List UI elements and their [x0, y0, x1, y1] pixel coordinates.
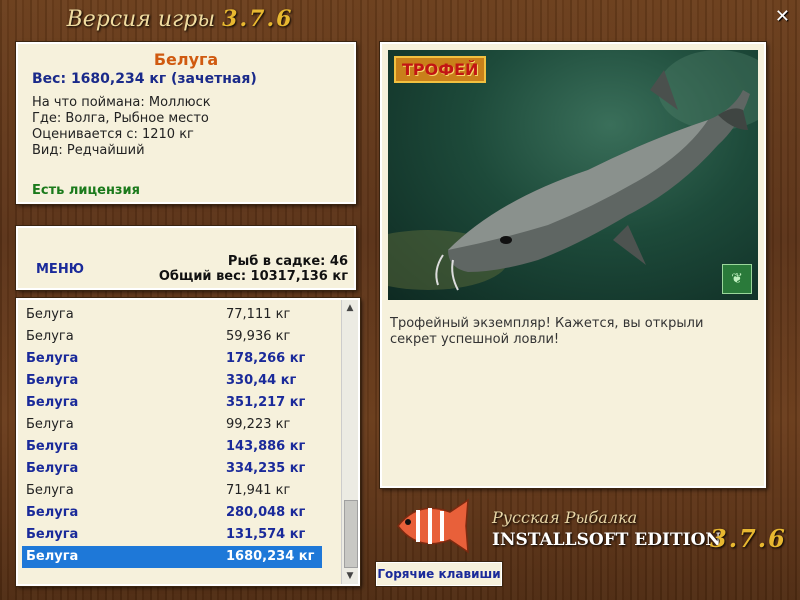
- fish-name: Белуга: [153, 50, 219, 69]
- list-item-weight: 330,44 кг: [226, 373, 297, 388]
- title-text: Версия игры: [66, 7, 216, 32]
- keepnet-counts: Рыб в садке: 46 Общий вес: 10317,136 кг: [159, 254, 348, 284]
- butterfly-icon: ❦: [722, 264, 752, 294]
- close-icon[interactable]: ✕: [775, 6, 790, 27]
- fish-logo-icon: [397, 498, 469, 554]
- list-item-name: Белуга: [26, 395, 79, 410]
- scroll-up-icon[interactable]: ▲: [342, 300, 358, 316]
- scroll-down-icon[interactable]: ▼: [342, 568, 358, 584]
- list-item[interactable]: Белуга 334,235 кг: [22, 458, 322, 480]
- total-weight: Общий вес: 10317,136 кг: [158, 269, 348, 284]
- fish-count: Рыб в садке: 46: [227, 254, 348, 269]
- list-item-name: Белуга: [26, 307, 74, 322]
- list-item-weight: 77,111 кг: [226, 307, 291, 322]
- list-item[interactable]: Белуга 131,574 кг: [22, 524, 322, 546]
- fish-photo-panel: ТРОФЕЙ ❦ Трофейный экземпляр! Кажется, в…: [380, 42, 766, 488]
- list-item[interactable]: Белуга 99,223 кг: [22, 414, 322, 436]
- list-item-name: Белуга: [26, 439, 79, 454]
- list-item-weight: 71,941 кг: [226, 483, 291, 498]
- list-item-name: Белуга: [26, 329, 74, 344]
- list-item-name: Белуга: [26, 483, 74, 498]
- catch-list[interactable]: Белуга 77,111 кг Белуга 59,936 кг Белуга…: [16, 298, 360, 586]
- brand-line1: Русская Рыбалка: [492, 508, 638, 527]
- list-item[interactable]: Белуга 71,941 кг: [22, 480, 322, 502]
- list-item[interactable]: Белуга 280,048 кг: [22, 502, 322, 524]
- info-location: Где: Волга, Рыбное место: [32, 111, 209, 126]
- trophy-badge: ТРОФЕЙ: [394, 56, 487, 83]
- info-rating: Оценивается с: 1210 кг: [32, 127, 194, 142]
- hotkeys-button[interactable]: Горячие клавиши: [376, 562, 502, 586]
- fish-weight: Вес: 1680,234 кг (зачетная): [32, 71, 257, 87]
- fish-info-panel: Белуга Вес: 1680,234 кг (зачетная) На чт…: [16, 42, 356, 204]
- game-branding: Русская Рыбалка INSTALLSOFT EDITION 3.7.…: [388, 492, 788, 562]
- list-item[interactable]: Белуга 351,217 кг: [22, 392, 322, 414]
- list-item[interactable]: Белуга 77,111 кг: [22, 304, 322, 326]
- info-rarity: Вид: Редчайший: [32, 143, 145, 158]
- trophy-description: Трофейный экземпляр! Кажется, вы открыли…: [390, 316, 704, 347]
- list-item-weight: 178,266 кг: [226, 351, 306, 366]
- list-item[interactable]: Белуга 330,44 кг: [22, 370, 322, 392]
- list-item-selected[interactable]: Белуга 1680,234 кг: [22, 546, 322, 568]
- keepnet-stats-panel: МЕНЮ Рыб в садке: 46 Общий вес: 10317,13…: [16, 226, 356, 290]
- title-version: 3.7.6: [222, 6, 294, 32]
- list-item[interactable]: Белуга 143,886 кг: [22, 436, 322, 458]
- list-item[interactable]: Белуга 59,936 кг: [22, 326, 322, 348]
- window-title: Версия игры 3.7.6: [0, 6, 360, 32]
- brand-line2: INSTALLSOFT EDITION: [492, 530, 721, 550]
- list-item-name: Белуга: [26, 351, 79, 366]
- beluga-illustration: [388, 50, 758, 291]
- list-item-weight: 280,048 кг: [226, 505, 306, 520]
- list-item-name: Белуга: [26, 461, 79, 476]
- list-item[interactable]: Белуга 178,266 кг: [22, 348, 322, 370]
- list-item-weight: 1680,234 кг: [226, 549, 315, 564]
- list-item-weight: 143,886 кг: [226, 439, 306, 454]
- list-item-weight: 351,217 кг: [226, 395, 306, 410]
- list-scrollbar[interactable]: ▲ ▼: [341, 300, 358, 584]
- list-item-name: Белуга: [26, 549, 79, 564]
- list-item-name: Белуга: [26, 505, 79, 520]
- list-item-weight: 131,574 кг: [226, 527, 306, 542]
- list-item-weight: 59,936 кг: [226, 329, 291, 344]
- info-bait: На что поймана: Моллюск: [32, 95, 211, 110]
- list-item-name: Белуга: [26, 417, 74, 432]
- list-item-weight: 99,223 кг: [226, 417, 291, 432]
- license-status: Есть лицензия: [32, 183, 140, 198]
- list-item-weight: 334,235 кг: [226, 461, 306, 476]
- scroll-thumb[interactable]: [344, 500, 358, 568]
- fish-photo: ТРОФЕЙ ❦: [388, 50, 758, 300]
- list-item-name: Белуга: [26, 527, 79, 542]
- menu-button[interactable]: МЕНЮ: [36, 262, 84, 277]
- brand-version: 3.7.6: [710, 524, 787, 553]
- list-item-name: Белуга: [26, 373, 79, 388]
